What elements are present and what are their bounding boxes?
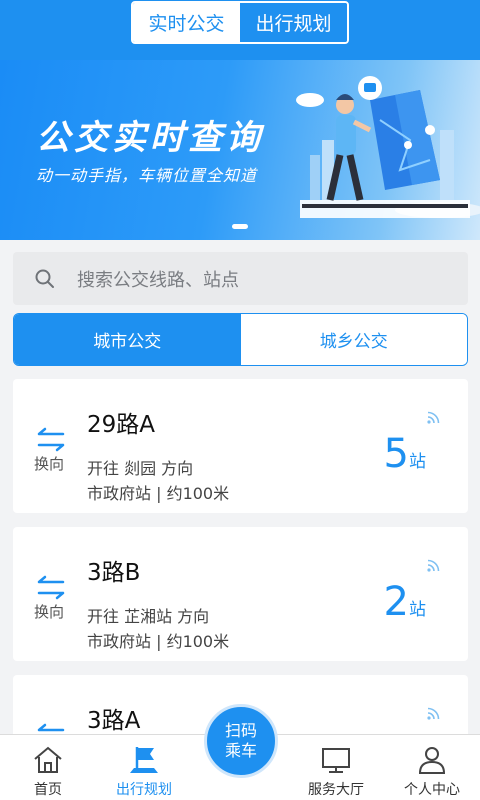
nav-home-label: 首页 xyxy=(34,782,62,798)
scan-to-ride-button[interactable]: 扫码 乘车 xyxy=(204,704,278,778)
route-direction: 开往 剡园 方向 xyxy=(87,459,194,478)
monitor-icon xyxy=(322,748,350,773)
pagination-dot xyxy=(232,224,248,229)
banner-pagination xyxy=(0,224,480,229)
nav-profile-label: 个人中心 xyxy=(404,782,460,798)
swap-direction-icon[interactable] xyxy=(35,573,67,603)
banner-subtitle: 动一动手指，车辆位置全知道 xyxy=(36,166,258,185)
realtime-signal-icon xyxy=(427,411,440,424)
bus-category-tabs: 城市公交 城乡公交 xyxy=(13,313,468,366)
search-bar[interactable]: 搜索公交线路、站点 xyxy=(13,252,468,305)
route-card[interactable]: 换向 3路B 开往 芷湘站 方向 市政府站 | 约100米 2站 xyxy=(13,527,468,661)
stations-count: 2 xyxy=(383,579,409,625)
tab-realtime-bus[interactable]: 实时公交 xyxy=(133,3,240,42)
top-header: 实时公交 出行规划 xyxy=(0,0,480,60)
stations-away: 2站 xyxy=(384,579,426,625)
promo-banner[interactable]: 公交实时查询 动一动手指，车辆位置全知道 xyxy=(0,60,480,240)
home-icon xyxy=(34,746,62,773)
nav-trip-planning[interactable]: 出行规划 xyxy=(96,735,192,800)
stations-count: 5 xyxy=(383,431,409,477)
scan-line-1: 扫码 xyxy=(224,721,257,740)
scan-line-2: 乘车 xyxy=(224,741,257,760)
search-placeholder: 搜索公交线路、站点 xyxy=(77,269,239,291)
tab-trip-planning[interactable]: 出行规划 xyxy=(240,3,347,42)
swap-direction-label: 换向 xyxy=(34,455,65,473)
mode-switch: 实时公交 出行规划 xyxy=(131,1,349,44)
route-stop-distance: 市政府站 | 约100米 xyxy=(87,484,230,503)
stations-unit: 站 xyxy=(409,600,426,620)
user-icon xyxy=(418,747,446,774)
route-name: 3路A xyxy=(87,708,141,734)
stations-unit: 站 xyxy=(409,452,426,472)
realtime-signal-icon xyxy=(427,559,440,572)
nav-home[interactable]: 首页 xyxy=(0,735,96,800)
banner-illustration xyxy=(296,76,480,218)
stations-away: 5站 xyxy=(384,431,426,477)
route-direction: 开往 芷湘站 方向 xyxy=(87,607,210,626)
search-icon xyxy=(35,269,54,288)
tab-city-bus[interactable]: 城市公交 xyxy=(14,314,241,365)
nav-profile[interactable]: 个人中心 xyxy=(384,735,480,800)
route-flag-icon xyxy=(130,747,158,773)
tab-rural-bus[interactable]: 城乡公交 xyxy=(240,314,467,365)
route-card[interactable]: 换向 29路A 开往 剡园 方向 市政府站 | 约100米 5站 xyxy=(13,379,468,513)
banner-title: 公交实时查询 xyxy=(36,118,264,158)
route-name: 29路A xyxy=(87,412,156,438)
route-name: 3路B xyxy=(87,560,141,586)
realtime-signal-icon xyxy=(427,707,440,720)
swap-direction-icon[interactable] xyxy=(35,425,67,455)
nav-trip-planning-label: 出行规划 xyxy=(116,782,172,798)
swap-direction-label: 换向 xyxy=(34,603,65,621)
nav-service-hall[interactable]: 服务大厅 xyxy=(288,735,384,800)
route-stop-distance: 市政府站 | 约100米 xyxy=(87,632,230,651)
nav-service-hall-label: 服务大厅 xyxy=(308,782,364,798)
